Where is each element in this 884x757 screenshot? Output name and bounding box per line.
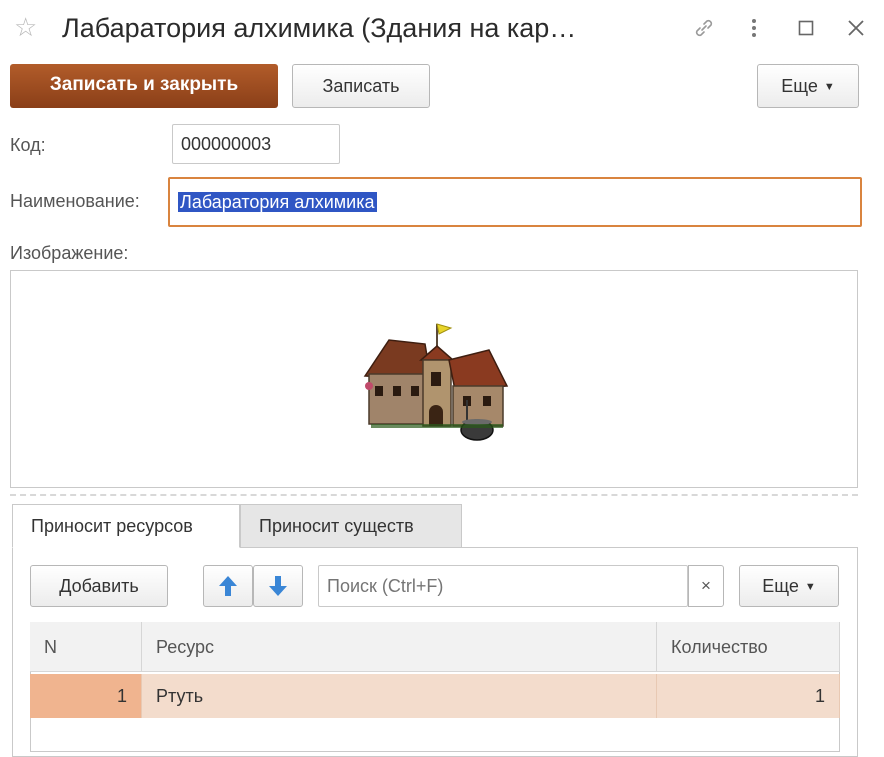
move-up-button[interactable] [203,565,253,607]
more-table-label: Еще [762,576,799,596]
add-button[interactable]: Добавить [30,565,168,607]
arrow-up-icon [219,576,237,596]
link-icon[interactable] [690,14,718,42]
more-button-label: Еще [781,76,818,96]
window-title: Лабаратория алхимика (Здания на кар… [62,13,577,43]
favorite-star-icon[interactable]: ☆ [14,10,37,44]
table-row-resource[interactable]: Ртуть [142,674,657,718]
tab-resources[interactable]: Приносит ресурсов [12,504,240,548]
chevron-down-icon: ▼ [804,581,816,594]
chevron-down-icon: ▼ [823,81,835,94]
tab-creatures[interactable]: Приносит существ [240,504,462,548]
column-header-resource[interactable]: Ресурс [142,622,657,672]
code-field[interactable]: 000000003 [172,124,340,164]
splitter [10,494,858,496]
more-vertical-icon[interactable] [740,14,768,42]
clear-search-button[interactable]: × [688,565,724,607]
save-and-close-button[interactable]: Записать и закрыть [10,64,278,108]
column-header-quantity[interactable]: Количество [657,622,840,672]
building-image [363,323,509,441]
table-row-n[interactable]: 1 [30,674,142,718]
more-button[interactable]: Еще ▼ [757,64,859,108]
move-down-button[interactable] [253,565,303,607]
search-input[interactable] [318,565,688,607]
more-table-button[interactable]: Еще ▼ [739,565,839,607]
name-field[interactable]: Лабаратория алхимика [168,177,862,227]
code-label: Код: [10,135,46,155]
close-icon[interactable] [842,14,870,42]
image-field[interactable] [10,270,858,488]
maximize-icon[interactable] [792,14,820,42]
image-label: Изображение: [10,243,129,263]
column-header-n[interactable]: N [30,622,142,672]
save-button[interactable]: Записать [292,64,430,108]
arrow-down-icon [269,576,287,596]
name-label: Наименование: [10,191,140,211]
table-row-quantity[interactable]: 1 [657,674,840,718]
name-field-value: Лабаратория алхимика [178,192,377,212]
